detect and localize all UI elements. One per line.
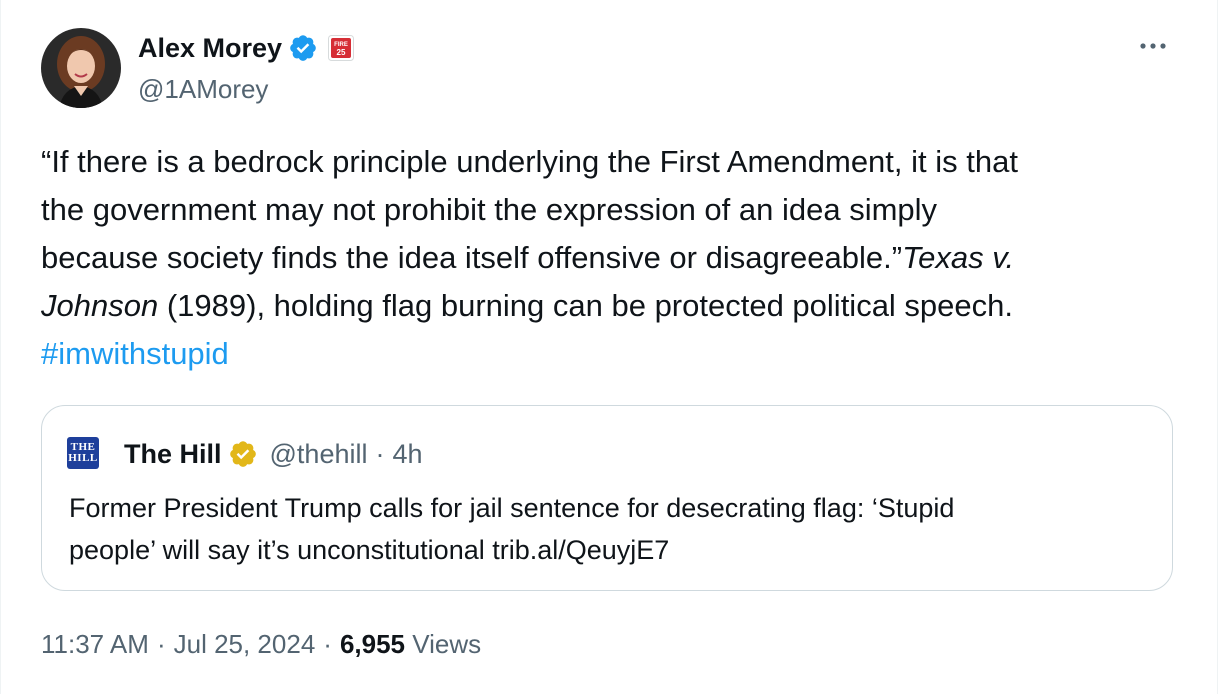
tweet-line-text: because society finds the idea itself of… <box>41 240 903 275</box>
more-options-icon[interactable] <box>1135 34 1171 58</box>
verified-badge-icon[interactable] <box>288 33 318 63</box>
tweet: Alex Morey FIRE 25 @1AMorey “If there is… <box>0 0 1218 694</box>
tweet-date[interactable]: Jul 25, 2024 <box>174 629 316 659</box>
quoted-tweet-line: Former President Trump calls for jail se… <box>69 493 955 523</box>
tweet-time[interactable]: 11:37 AM <box>41 629 149 659</box>
affiliation-badge-bottom-text: 25 <box>337 48 346 57</box>
hashtag-link[interactable]: #imwithstupid <box>41 336 229 371</box>
tweet-metadata: 11:37 AM · Jul 25, 2024 · 6,955 Views <box>41 626 481 662</box>
tweet-line-text: (1989), holding flag burning can be prot… <box>158 288 1014 323</box>
quoted-tweet-line: people’ will say it’s unconstitutional t… <box>69 535 670 565</box>
tweet-line: “If there is a bedrock principle underly… <box>41 144 1018 179</box>
tweet-line: #imwithstupid <box>41 330 1181 378</box>
views-label: Views <box>412 629 482 659</box>
separator: · <box>156 629 166 659</box>
quoted-tweet[interactable]: THE HILL The Hill @thehill · 4h Former P… <box>41 405 1173 591</box>
logo-text-bottom: HILL <box>68 452 98 464</box>
separator: · <box>323 629 332 659</box>
quoted-author-handle[interactable]: @thehill <box>270 436 368 472</box>
quoted-author-name[interactable]: The Hill <box>124 436 222 472</box>
author-name[interactable]: Alex Morey FIRE 25 <box>138 30 355 66</box>
fire-affiliate-badge-icon[interactable]: FIRE 25 <box>328 35 355 61</box>
views-count: 6,955 <box>339 629 406 659</box>
case-name-part-1: Texas v. <box>902 240 1015 275</box>
avatar[interactable] <box>41 28 121 108</box>
separator: · <box>375 439 385 469</box>
gold-verified-badge-icon[interactable] <box>228 439 258 469</box>
quoted-tweet-header: The Hill @thehill · 4h <box>124 436 423 472</box>
case-name-part-2: Johnson <box>41 288 159 323</box>
tweet-text: “If there is a bedrock principle underly… <box>41 138 1181 378</box>
quoted-tweet-time[interactable]: 4h <box>392 436 422 472</box>
tweet-line: Johnson (1989), holding flag burning can… <box>41 282 1181 330</box>
tweet-line: the government may not prohibit the expr… <box>41 192 938 227</box>
avatar-photo <box>41 28 121 108</box>
quoted-tweet-text: Former President Trump calls for jail se… <box>69 487 1149 571</box>
author-name-text: Alex Morey <box>138 33 283 63</box>
author-handle[interactable]: @1AMorey <box>138 72 268 106</box>
tweet-line: because society finds the idea itself of… <box>41 234 1181 282</box>
the-hill-logo-icon[interactable]: THE HILL <box>67 437 99 469</box>
